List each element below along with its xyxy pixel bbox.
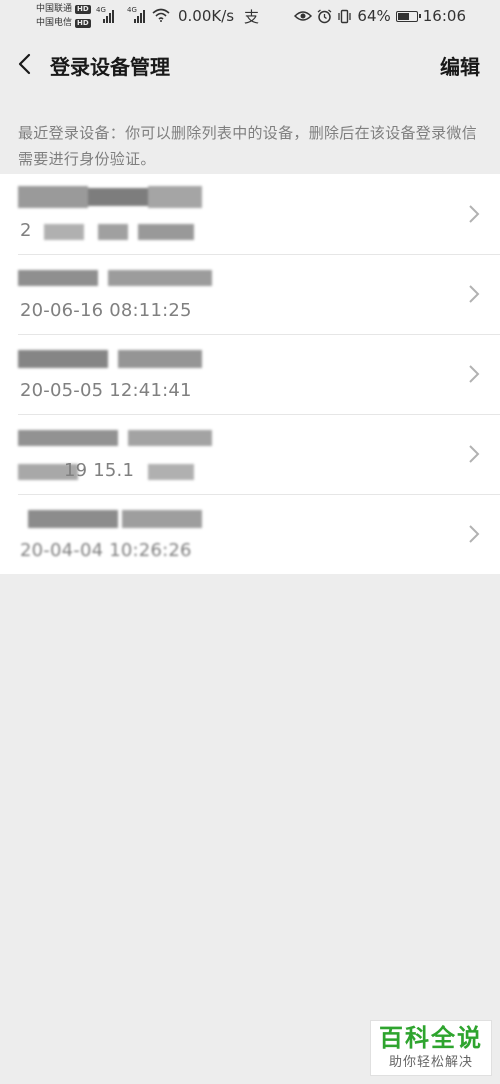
status-right: 64% 16:06 [294,7,466,25]
status-bar: 中国联通 HD 中国电信 HD 4G 4G 0.00K/s 支 64% 16:06 [0,0,500,34]
eye-icon [294,11,313,21]
battery-percent: 64% [357,7,391,25]
chevron-right-icon [469,365,480,383]
device-list: 2 20-06-16 08:11:25 20-05-05 12:41:41 19… [0,174,500,574]
device-login-time: 20-06-16 08:11:25 [20,300,192,321]
device-name-redacted [18,344,204,370]
device-row[interactable]: 20-06-16 08:11:25 [0,254,500,334]
device-row[interactable]: 19 15.1 [0,414,500,494]
device-row[interactable]: 20-05-05 12:41:41 [0,334,500,414]
device-name-redacted [18,504,204,530]
carrier-info: 中国联通 HD 中国电信 HD [36,2,91,30]
chevron-right-icon [469,525,480,543]
hd-badge: HD [75,18,91,28]
back-arrow-icon[interactable] [14,52,38,76]
carrier-2-label: 中国电信 [36,18,73,28]
net-speed: 0.00K/s [178,7,235,25]
watermark-subtitle: 助你轻松解决 [388,1055,473,1070]
chevron-right-icon [469,205,480,223]
carrier-1-label: 中国联通 [36,4,73,14]
clock: 16:06 [422,7,466,25]
notice-text: 最近登录设备：你可以删除列表中的设备，删除后在该设备登录微信需要进行身份验证。 [18,124,478,168]
device-row[interactable]: 20-04-04 10:26:26 [0,494,500,574]
signal-icons: 4G 4G [96,6,148,23]
edit-button[interactable]: 编辑 [440,51,480,80]
signal-icon: 4G [127,6,148,23]
wifi-icon [152,8,170,22]
nav-bar: 登录设备管理 编辑 [0,34,500,94]
device-login-time: 19 15.1 [64,460,135,481]
device-login-time: 20-04-04 10:26:26 [20,540,192,561]
hd-badge: HD [75,4,91,14]
device-login-time: 20-05-05 12:41:41 [20,380,192,401]
device-name-redacted [18,424,212,450]
signal-icon: 4G [96,6,117,23]
alarm-icon [318,8,332,23]
device-time-redacted [18,220,194,244]
device-row[interactable]: 2 [0,174,500,254]
device-name-redacted [18,184,204,210]
page-title: 登录设备管理 [50,55,170,79]
device-login-time: 2 [20,220,32,241]
watermark-title: 百科全说 [379,1024,483,1052]
chevron-right-icon [469,285,480,303]
battery-icon [395,10,421,22]
watermark-logo: 百科全说 助你轻松解决 [370,1020,492,1076]
device-name-redacted [18,264,212,290]
pay-icon: 支 [244,8,260,26]
vibrate-icon [338,9,352,23]
chevron-right-icon [469,445,480,463]
